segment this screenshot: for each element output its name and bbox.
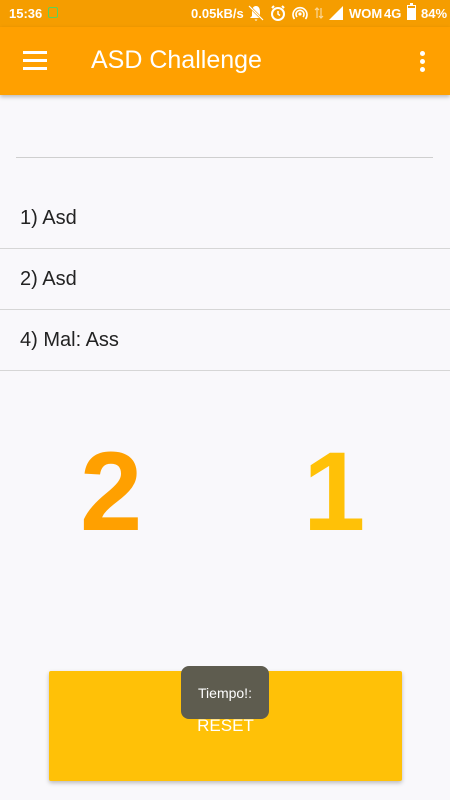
more-vert-icon	[420, 67, 425, 72]
list-item[interactable]: 4) Mal: Ass	[0, 310, 450, 371]
hamburger-icon	[23, 59, 47, 62]
more-vert-icon	[420, 59, 425, 64]
status-time: 15:36	[9, 6, 43, 21]
status-carrier: WOM	[349, 6, 383, 21]
correct-score: 2	[80, 429, 143, 554]
answer-input[interactable]	[16, 120, 433, 158]
data-arrows-icon	[314, 7, 324, 19]
app-bar: ASD Challenge	[0, 27, 450, 95]
more-vert-icon	[420, 51, 425, 56]
more-options-button[interactable]	[405, 41, 439, 81]
wrong-score: 1	[303, 429, 366, 554]
list-item[interactable]: 1) Asd	[0, 188, 450, 249]
signal-icon	[329, 6, 343, 20]
app-title: ASD Challenge	[91, 46, 262, 74]
status-network-type: 4G	[384, 6, 402, 21]
menu-button[interactable]	[13, 41, 57, 81]
app-notification-icon	[48, 7, 58, 18]
list-item[interactable]: 2) Asd	[0, 249, 450, 310]
reset-button-label: RESET	[197, 716, 254, 735]
status-battery-level: 84%	[421, 6, 448, 21]
status-network-speed: 0.05kB/s	[191, 6, 244, 21]
hamburger-icon	[23, 51, 47, 54]
app-screen: 15:36 0.05kB/s WOM 4G 84% ASD Challenge …	[0, 0, 450, 800]
status-bar: 15:36 0.05kB/s WOM 4G 84%	[0, 0, 450, 27]
toast-message: Tiempo!:	[181, 666, 269, 719]
notifications-off-icon	[248, 5, 264, 21]
battery-icon	[407, 3, 416, 20]
answer-list: 1) Asd 2) Asd 4) Mal: Ass	[0, 188, 450, 371]
alarm-icon	[271, 5, 285, 21]
hamburger-icon	[23, 67, 47, 70]
hotspot-icon	[292, 6, 308, 20]
